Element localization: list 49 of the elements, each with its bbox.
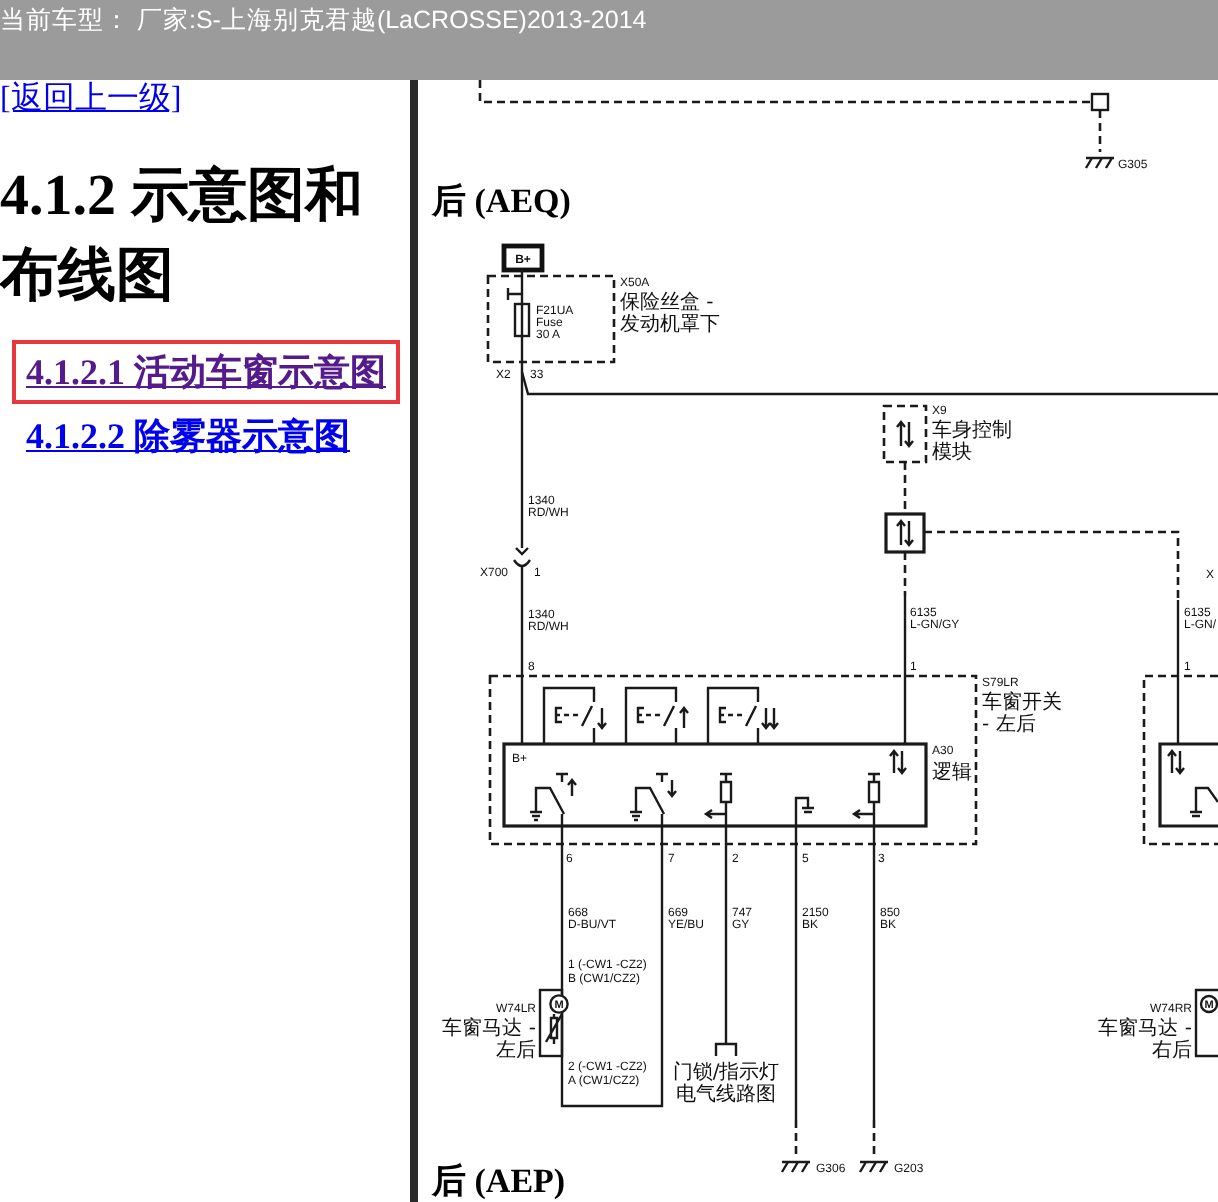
motor-icon <box>549 994 569 1014</box>
signal-block <box>884 512 926 554</box>
dashed-wire <box>903 462 907 514</box>
connector-square-icon <box>1090 92 1110 112</box>
toc-link[interactable]: 4.1.2.1 活动车窗示意图 <box>12 340 400 404</box>
component-name: 保险丝盒 - 发动机罩下 <box>620 292 720 336</box>
ground-switch-icon <box>528 772 578 828</box>
component-name: 逻辑 <box>932 762 972 784</box>
component-name: 车窗马达 - 左后 <box>442 1018 536 1062</box>
motor-housing <box>538 988 564 1058</box>
logic-module-outline <box>1158 742 1218 828</box>
dashed-wire <box>903 552 907 596</box>
fuse-icon <box>513 302 531 338</box>
wire <box>1176 600 1180 744</box>
up-down-arrows-icon <box>895 519 915 547</box>
inline-connector-icon <box>512 546 532 568</box>
connector-icon <box>714 1042 738 1056</box>
push-switch-icon <box>706 686 780 746</box>
bracket-icon <box>506 286 524 302</box>
up-down-arrows-icon <box>1166 749 1186 775</box>
component-name: 车窗马达 - 右后 <box>1098 1018 1192 1062</box>
dashed-wire <box>872 1120 876 1158</box>
dashed-wire <box>1098 110 1102 152</box>
push-switch-icon <box>624 686 690 746</box>
push-switch-icon <box>542 686 608 746</box>
ground-switch-icon <box>628 772 678 828</box>
ground-icon <box>1084 156 1116 170</box>
fuse-block-outline <box>486 274 616 364</box>
reference-label: 门锁/指示灯 电气线路图 <box>672 1062 780 1106</box>
component-name: 车身控制 模块 <box>932 420 1012 464</box>
resistor-icon <box>851 772 882 828</box>
ground-switch-icon <box>1188 786 1218 818</box>
resistor-icon <box>703 772 734 828</box>
module-connector-outline <box>882 404 928 464</box>
dashed-wire <box>794 1120 798 1158</box>
variable-resistor-icon <box>544 1012 564 1046</box>
back-link[interactable]: [返回上一级] <box>0 80 182 120</box>
power-terminal <box>501 243 545 273</box>
ground-icon <box>858 1160 890 1174</box>
ground-icon <box>780 1160 812 1174</box>
ground-icon <box>794 796 816 828</box>
toc-link[interactable]: 4.1.2.2 除雾器示意图 <box>12 404 364 468</box>
vehicle-model-title: 当前车型： 厂家:S-上海别克君越(LaCROSSE)2013-2014 <box>0 6 647 34</box>
up-down-arrows-icon <box>895 420 915 448</box>
component-name: 车窗开关 - 左后 <box>982 692 1062 736</box>
up-down-arrows-icon <box>888 749 908 775</box>
motor-housing <box>1194 988 1218 1058</box>
section-title: 后 (AEQ) <box>432 182 571 220</box>
section-title: 后 (AEP) <box>432 1162 566 1200</box>
